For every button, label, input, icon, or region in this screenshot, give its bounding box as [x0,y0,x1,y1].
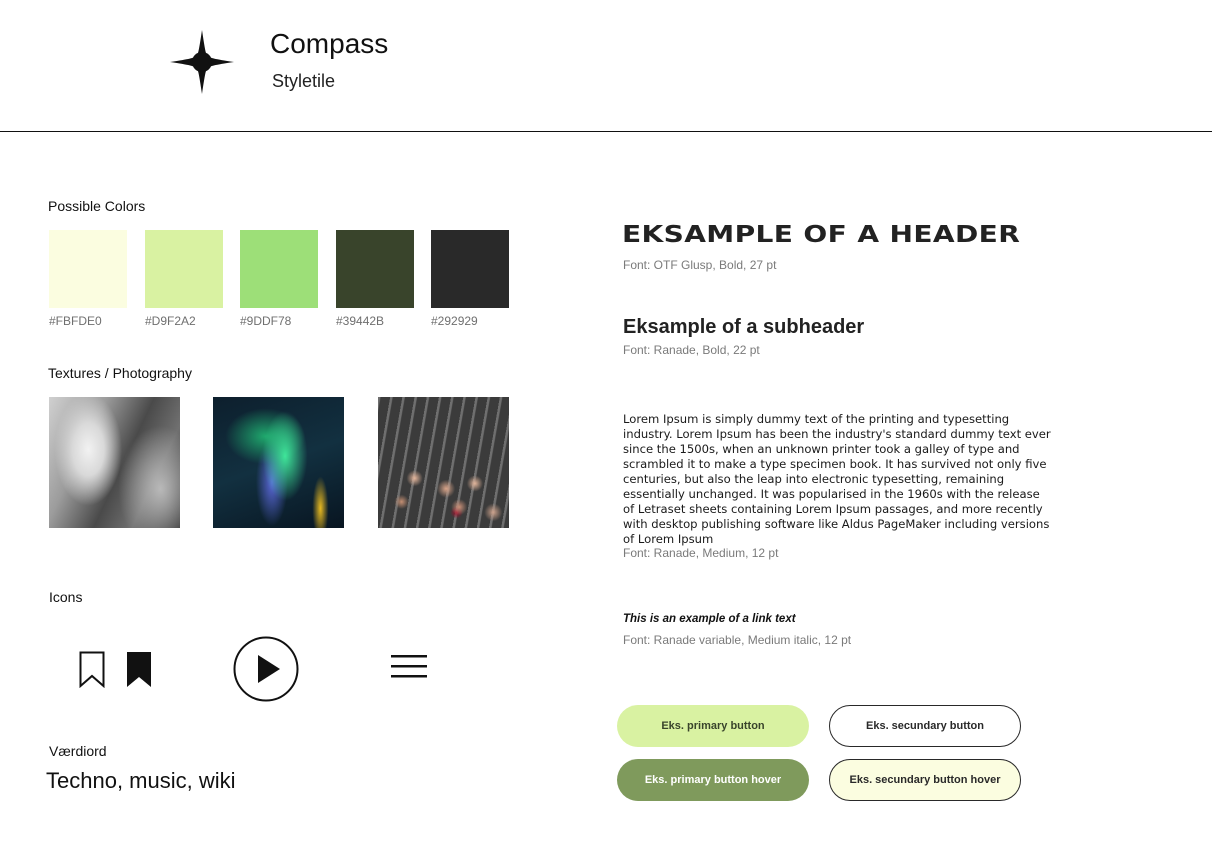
four-point-star-icon [170,30,234,94]
hamburger-menu-icon [391,655,427,679]
color-code-3: #9DDF78 [240,314,292,328]
app-subtitle: Styletile [272,71,336,91]
color-code-4: #39442B [336,314,385,328]
colors-label: Possible Colors [48,198,146,214]
values-text: Techno, music, wiki [46,768,236,793]
color-code-1: #FBFDE0 [49,314,102,328]
header-sample: EKSAMPLE OF A HEADER [622,222,1021,248]
secondary-button-hover[interactable]: Eks. secundary button hover [829,759,1021,801]
link-font-note: Font: Ranade variable, Medium italic, 12… [623,633,852,647]
values-label: Værdiord [49,743,107,759]
color-swatch-4 [336,230,414,308]
subheader-sample: Eksample of a subheader [623,316,865,338]
primary-button-hover[interactable]: Eks. primary button hover [617,759,809,801]
color-code-2: #D9F2A2 [145,314,196,328]
bookmark-outline-icon [79,651,105,688]
icons-label: Icons [49,589,83,605]
color-swatch-3 [240,230,318,308]
color-swatch-1 [49,230,127,308]
body-font-note: Font: Ranade, Medium, 12 pt [623,546,779,560]
color-code-5: #292929 [431,314,478,328]
secondary-button[interactable]: Eks. secundary button [829,705,1021,747]
body-text-sample: Lorem Ipsum is simply dummy text of the … [623,412,1051,546]
color-swatch-2 [145,230,223,308]
play-circle-icon [233,636,299,702]
crowd-photo [378,397,509,528]
color-swatch-5 [431,230,509,308]
primary-button[interactable]: Eks. primary button [617,705,809,747]
subheader-font-note: Font: Ranade, Bold, 22 pt [623,343,760,357]
texture-light-blur-photo [213,397,344,528]
link-text-sample[interactable]: This is an example of a link text [623,613,796,625]
bookmark-filled-icon [126,651,152,688]
textures-label: Textures / Photography [48,365,192,381]
header-font-note: Font: OTF Glusp, Bold, 27 pt [623,258,777,272]
app-title: Compass [270,28,389,59]
header-divider [0,131,1212,132]
texture-grain-photo [49,397,180,528]
